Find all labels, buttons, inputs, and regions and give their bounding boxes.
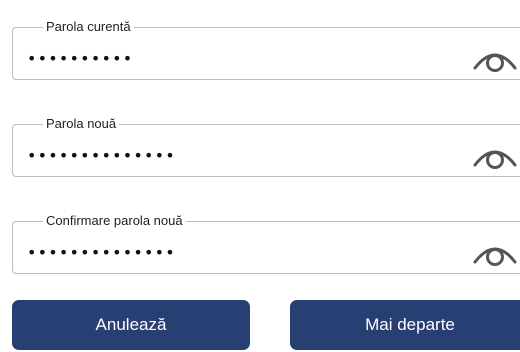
new-password-field[interactable]: Parola nouă •••••••••••••• (12, 117, 520, 177)
cancel-button[interactable]: Anulează (12, 300, 250, 350)
current-password-value[interactable]: •••••••••• (27, 49, 133, 69)
new-password-value[interactable]: •••••••••••••• (27, 146, 176, 166)
eye-icon[interactable] (471, 141, 519, 169)
confirm-password-label: Confirmare parola nouă (46, 213, 183, 228)
current-password-label: Parola curentă (46, 19, 131, 34)
next-button[interactable]: Mai departe (290, 300, 520, 350)
current-password-field[interactable]: Parola curentă •••••••••• (12, 20, 520, 80)
new-password-label: Parola nouă (46, 116, 117, 131)
eye-icon[interactable] (471, 44, 519, 72)
confirm-password-field[interactable]: Confirmare parola nouă •••••••••••••• (12, 214, 520, 274)
confirm-password-value[interactable]: •••••••••••••• (27, 243, 176, 263)
eye-icon[interactable] (471, 238, 519, 266)
